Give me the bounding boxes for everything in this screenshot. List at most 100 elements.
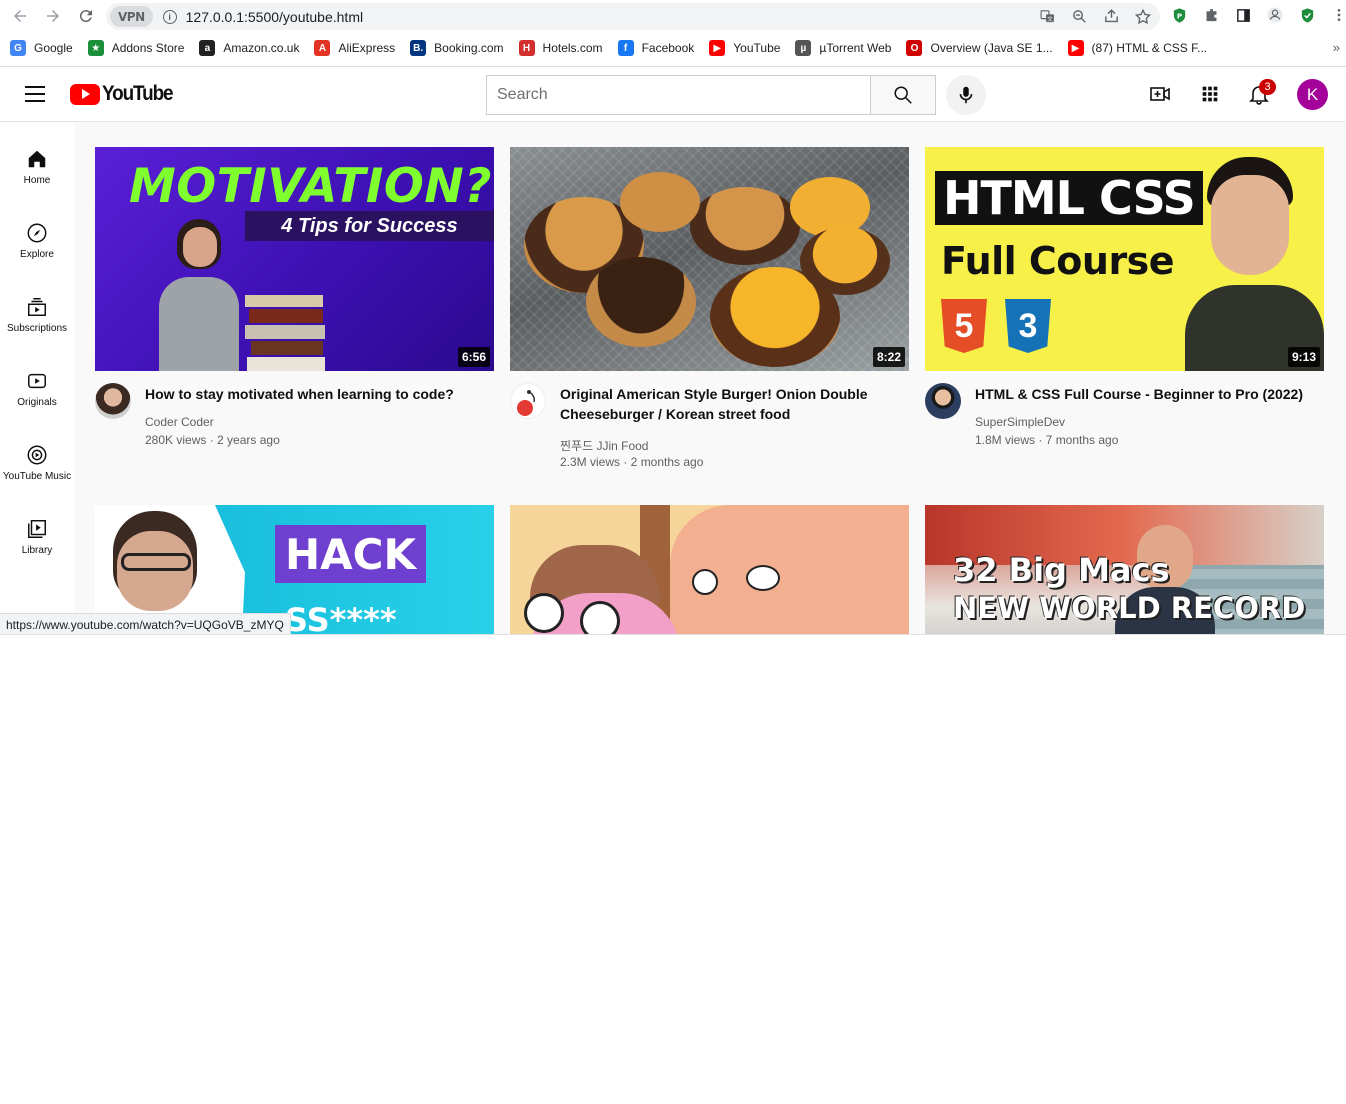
thumbnail-burger	[586, 257, 696, 347]
side-panel-icon[interactable]	[1234, 4, 1252, 26]
thumbnail-title: MOTIVATION?	[129, 159, 492, 214]
apps-grid-icon[interactable]	[1198, 82, 1222, 106]
menu-icon[interactable]	[25, 86, 45, 102]
profile-icon[interactable]	[1266, 4, 1284, 26]
url-text[interactable]: 127.0.0.1:5500/youtube.html	[186, 9, 363, 25]
bookmarks-overflow-icon[interactable]: »	[1333, 40, 1340, 55]
back-icon[interactable]	[8, 4, 32, 28]
video-card[interactable]: HTML CSS Full Course 5 3 9:13 HTML & CSS…	[925, 147, 1324, 481]
video-thumbnail[interactable]: 8:22	[510, 147, 909, 371]
voice-search-button[interactable]	[946, 75, 986, 115]
bookmark-item[interactable]: f Facebook	[617, 40, 695, 56]
video-thumbnail[interactable]: 32 Big Macs NEW WORLD RECORD	[925, 505, 1324, 634]
thumbnail-subtitle: Full Course	[941, 239, 1175, 283]
bookmark-item[interactable]: G Google	[10, 40, 73, 56]
account-avatar[interactable]: K	[1297, 79, 1328, 110]
sidebar-item-label: Originals	[17, 397, 57, 408]
blank-area	[0, 634, 1346, 1104]
vpn-badge[interactable]: VPN	[110, 6, 153, 27]
music-icon	[25, 443, 49, 467]
bookmark-star-icon[interactable]	[1134, 8, 1152, 26]
svg-text:P: P	[1176, 11, 1181, 20]
video-title[interactable]: HTML & CSS Full Course - Beginner to Pro…	[975, 384, 1315, 404]
bookmark-item[interactable]: ▶ (87) HTML & CSS F...	[1067, 40, 1207, 56]
video-thumbnail[interactable]: HTML CSS Full Course 5 3 9:13	[925, 147, 1324, 371]
reload-icon[interactable]	[74, 4, 98, 28]
video-card[interactable]: 32 Big Macs NEW WORLD RECORD	[925, 505, 1324, 634]
video-card[interactable]	[510, 505, 909, 634]
video-stats: 1.8M views · 7 months ago	[975, 433, 1119, 447]
video-thumbnail[interactable]	[510, 505, 909, 634]
bookmark-item[interactable]: B. Booking.com	[410, 40, 504, 56]
bookmark-favicon-icon: G	[10, 40, 26, 56]
bookmark-item[interactable]: ▶ YouTube	[709, 40, 780, 56]
bookmark-item[interactable]: ★ Addons Store	[87, 40, 184, 56]
search-box	[486, 75, 871, 115]
sidebar-item-label: Subscriptions	[6, 323, 68, 334]
video-stats: 280K views · 2 years ago	[145, 433, 280, 447]
thumbnail-title: 32 Big Macs	[953, 551, 1170, 589]
sidebar-item-subscriptions[interactable]: Subscriptions	[0, 271, 74, 345]
video-thumbnail[interactable]: MOTIVATION? 4 Tips for Success 6:56	[95, 147, 494, 371]
video-card[interactable]: 8:22 Original American Style Burger! Oni…	[510, 147, 909, 481]
sidebar-item-explore[interactable]: Explore	[0, 197, 74, 271]
logo-text: YouTube	[102, 82, 174, 105]
sidebar-item-home[interactable]: Home	[0, 123, 74, 197]
share-icon[interactable]	[1102, 8, 1120, 26]
channel-avatar[interactable]	[925, 383, 961, 419]
sidebar-item-originals[interactable]: Originals	[0, 345, 74, 419]
address-bar[interactable]: VPN i 127.0.0.1:5500/youtube.html 文	[106, 3, 1160, 30]
zoom-icon[interactable]	[1070, 8, 1088, 26]
video-title[interactable]: Original American Style Burger! Onion Do…	[560, 384, 900, 424]
sidebar-item-library[interactable]: Library	[0, 493, 74, 567]
sidebar-item-label: Home	[23, 175, 51, 186]
bookmark-item[interactable]: a Amazon.co.uk	[199, 40, 299, 56]
thumbnail-burger	[690, 187, 800, 265]
video-duration: 8:22	[872, 347, 905, 367]
bookmark-item[interactable]: O Overview (Java SE 1...	[906, 40, 1053, 56]
css3-icon: 3	[1005, 299, 1051, 353]
sidebar-item-youtube-music[interactable]: YouTube Music	[0, 419, 74, 493]
channel-name[interactable]: 찐푸드 JJin Food	[560, 437, 648, 454]
thumbnail-eye	[692, 569, 718, 595]
extensions-puzzle-icon[interactable]	[1202, 4, 1220, 26]
video-title[interactable]: How to stay motivated when learning to c…	[145, 384, 485, 404]
bookmark-favicon-icon: O	[906, 40, 923, 56]
youtube-logo[interactable]: YouTube	[70, 82, 180, 106]
extension-shield-icon[interactable]: P	[1170, 4, 1188, 26]
bookmark-favicon-icon: µ	[795, 40, 812, 56]
html5-icon: 5	[941, 299, 987, 353]
channel-avatar[interactable]	[510, 383, 546, 419]
bookmark-favicon-icon: f	[617, 40, 634, 56]
bookmark-item[interactable]: A AliExpress	[314, 40, 395, 56]
video-card[interactable]: MOTIVATION? 4 Tips for Success 6:56 How …	[95, 147, 494, 481]
bookmarks-bar: G Google ★ Addons Store a Amazon.co.uk A AliExp…	[0, 33, 1346, 63]
bookmark-label: Facebook	[641, 41, 695, 55]
bookmark-favicon-icon: A	[314, 40, 331, 56]
bookmark-favicon-icon: ▶	[709, 40, 726, 56]
thumbnail-subtitle: SS****	[285, 601, 397, 634]
thumbnail-person	[1185, 157, 1324, 371]
thumbnail-eye	[746, 565, 780, 591]
home-icon	[25, 147, 49, 171]
create-video-icon[interactable]	[1148, 82, 1172, 106]
translate-icon[interactable]: 文	[1038, 8, 1056, 26]
bookmark-favicon-icon: H	[518, 40, 535, 56]
forward-icon[interactable]	[41, 4, 65, 28]
site-info-icon[interactable]: i	[162, 9, 177, 24]
search-input[interactable]	[487, 76, 871, 114]
channel-avatar[interactable]	[95, 383, 131, 419]
video-meta: How to stay motivated when learning to c…	[95, 371, 494, 481]
bookmark-favicon-icon: ▶	[1067, 40, 1084, 56]
bookmark-favicon-icon: ★	[87, 40, 104, 56]
search-button[interactable]	[870, 75, 936, 115]
channel-name[interactable]: SuperSimpleDev	[975, 415, 1065, 429]
channel-name[interactable]: Coder Coder	[145, 415, 214, 429]
browser-menu-icon[interactable]	[1330, 4, 1346, 26]
security-check-icon[interactable]	[1298, 4, 1316, 26]
thumbnail-title: HTML CSS	[935, 171, 1203, 225]
bookmark-item[interactable]: µ µTorrent Web	[795, 40, 891, 56]
bookmark-item[interactable]: H Hotels.com	[518, 40, 603, 56]
notification-badge: 3	[1259, 79, 1276, 95]
video-stats: 2.3M views · 2 months ago	[560, 455, 704, 469]
